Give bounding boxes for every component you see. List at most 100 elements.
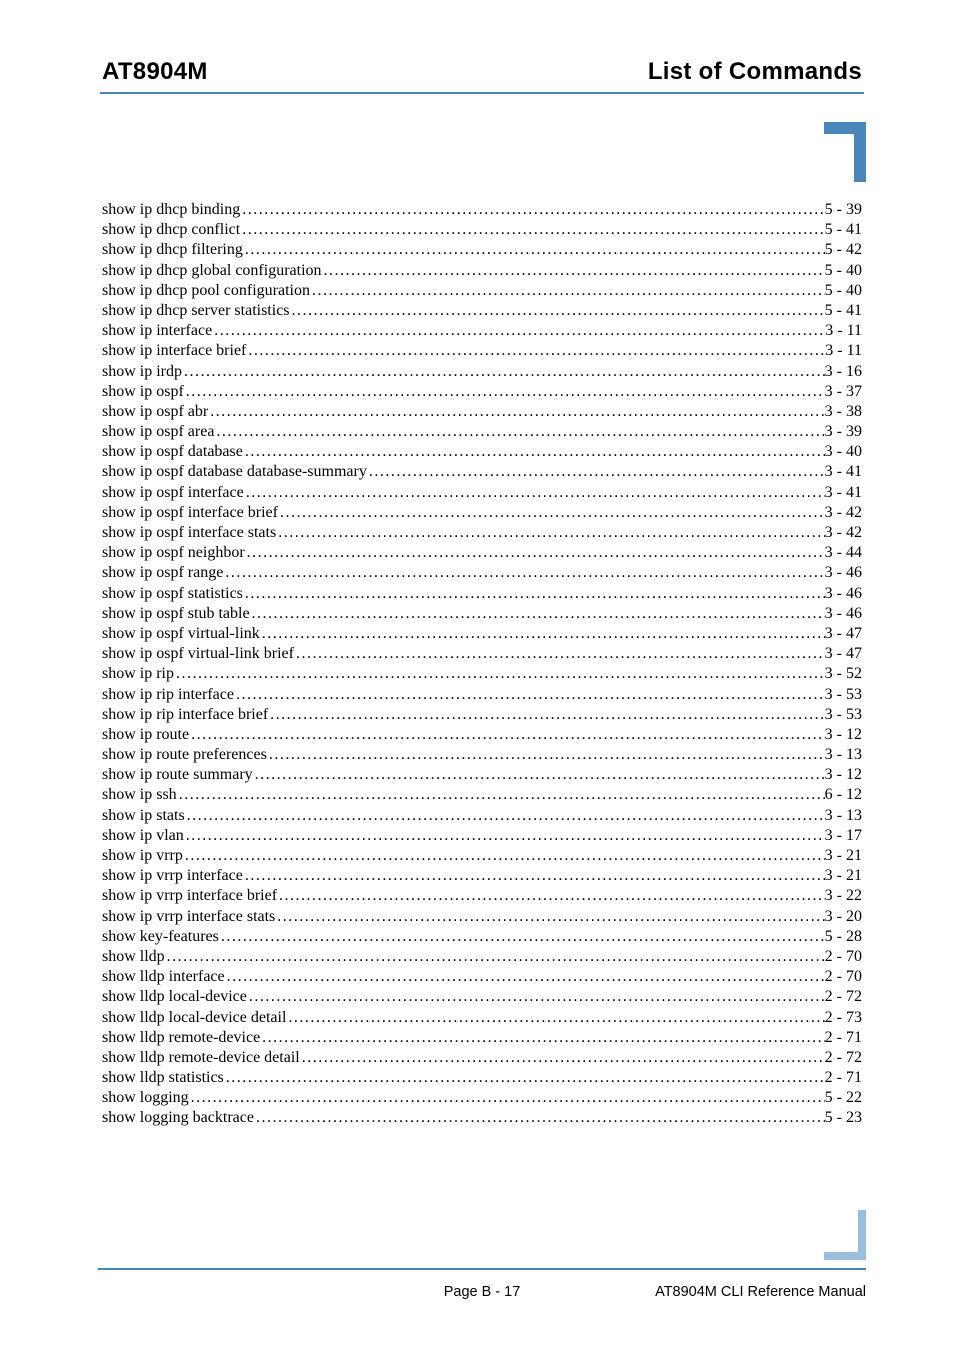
toc-entry-leader: ........................................…	[367, 464, 825, 480]
toc-entry-page: 2 - 71	[825, 1070, 862, 1086]
toc-list: show ip dhcp binding ...................…	[98, 202, 866, 1126]
toc-entry-label: show ip dhcp binding	[102, 202, 240, 218]
toc-entry-page: 3 - 13	[825, 808, 862, 824]
toc-entry-leader: ........................................…	[182, 364, 825, 380]
toc-entry-leader: ........................................…	[189, 1090, 825, 1106]
toc-entry-page: 2 - 70	[825, 969, 862, 985]
toc-entry-page: 3 - 53	[825, 687, 862, 703]
toc-entry-label: show ip ospf neighbor	[102, 545, 245, 561]
toc-entry-leader: ........................................…	[245, 545, 825, 561]
toc-entry-label: show lldp interface	[102, 969, 225, 985]
toc-entry-leader: ........................................…	[277, 888, 825, 904]
toc-entry-page: 3 - 37	[825, 384, 862, 400]
toc-entry-leader: ........................................…	[260, 626, 825, 642]
toc-entry: show lldp remote-device detail .........…	[102, 1050, 862, 1066]
toc-entry-page: 6 - 12	[825, 787, 862, 803]
toc-entry: show lldp ..............................…	[102, 949, 862, 965]
toc-entry-page: 3 - 47	[825, 626, 862, 642]
toc-entry-label: show ip vrrp interface	[102, 868, 243, 884]
toc-entry-leader: ........................................…	[278, 505, 825, 521]
toc-entry-leader: ........................................…	[234, 687, 825, 703]
toc-entry-label: show ip dhcp server statistics	[102, 303, 290, 319]
toc-entry-page: 5 - 42	[825, 242, 862, 258]
toc-entry-label: show ip vrrp interface stats	[102, 909, 275, 925]
corner-decoration-bottom	[824, 1210, 866, 1260]
toc-entry-leader: ........................................…	[185, 808, 825, 824]
toc-entry: show ip interface brief ................…	[102, 343, 862, 359]
toc-entry-label: show ip rip interface	[102, 687, 234, 703]
toc-entry: show ip route ..........................…	[102, 727, 862, 743]
toc-entry: show ip vrrp interface brief ...........…	[102, 888, 862, 904]
header-rule	[100, 92, 864, 94]
toc-entry-label: show lldp remote-device detail	[102, 1050, 300, 1066]
toc-entry: show logging ...........................…	[102, 1090, 862, 1106]
toc-entry: show ip ospf statistics ................…	[102, 586, 862, 602]
header: AT8904M List of Commands	[98, 58, 866, 92]
toc-entry-page: 2 - 72	[825, 989, 862, 1005]
toc-entry: show lldp statistics ...................…	[102, 1070, 862, 1086]
footer-rule	[98, 1268, 866, 1270]
toc-entry-leader: ........................................…	[322, 263, 825, 279]
toc-entry-page: 3 - 47	[825, 646, 862, 662]
toc-entry-label: show logging	[102, 1090, 189, 1106]
toc-entry-leader: ........................................…	[243, 586, 825, 602]
toc-entry: show lldp local-device .................…	[102, 989, 862, 1005]
toc-entry-label: show ip route	[102, 727, 189, 743]
toc-entry-leader: ........................................…	[253, 767, 825, 783]
toc-entry-leader: ........................................…	[223, 565, 824, 581]
toc-entry-page: 3 - 46	[825, 586, 862, 602]
toc-entry: show ip ospf stub table ................…	[102, 606, 862, 622]
toc-entry-label: show ip route preferences	[102, 747, 267, 763]
toc-entry: show ip stats ..........................…	[102, 808, 862, 824]
toc-entry-page: 3 - 46	[825, 565, 862, 581]
toc-entry: show ip ospf interface stats ...........…	[102, 525, 862, 541]
toc-entry: show ip ospf database database-summary .…	[102, 464, 862, 480]
toc-entry-leader: ........................................…	[243, 242, 825, 258]
toc-entry: show ip ospf range .....................…	[102, 565, 862, 581]
toc-entry-leader: ........................................…	[247, 989, 825, 1005]
toc-entry: show ip dhcp pool configuration ........…	[102, 283, 862, 299]
toc-entry-label: show ip ospf virtual-link brief	[102, 646, 294, 662]
toc-entry-leader: ........................................…	[243, 444, 825, 460]
page: AT8904M List of Commands show ip dhcp bi…	[0, 0, 954, 1350]
toc-entry: show logging backtrace .................…	[102, 1110, 862, 1126]
toc-entry-label: show ip ospf abr	[102, 404, 208, 420]
toc-entry-page: 3 - 16	[825, 364, 862, 380]
toc-entry-label: show lldp local-device	[102, 989, 247, 1005]
toc-entry-leader: ........................................…	[300, 1050, 825, 1066]
toc-entry-page: 5 - 22	[825, 1090, 862, 1106]
toc-entry: show ip irdp ...........................…	[102, 364, 862, 380]
toc-entry-label: show ip ospf database database-summary	[102, 464, 367, 480]
toc-entry: show lldp interface ....................…	[102, 969, 862, 985]
toc-entry-leader: ........................................…	[224, 1070, 825, 1086]
toc-entry-leader: ........................................…	[275, 909, 824, 925]
toc-entry: show ip dhcp global configuration ......…	[102, 263, 862, 279]
toc-entry-leader: ........................................…	[214, 424, 824, 440]
toc-entry-label: show ip dhcp filtering	[102, 242, 243, 258]
toc-entry: show ip ospf interface brief ...........…	[102, 505, 862, 521]
toc-entry-page: 5 - 28	[825, 929, 862, 945]
toc-entry-page: 5 - 41	[825, 222, 862, 238]
toc-entry-page: 3 - 40	[825, 444, 862, 460]
toc-entry: show ip vrrp interface stats ...........…	[102, 909, 862, 925]
toc-entry-leader: ........................................…	[268, 707, 825, 723]
toc-entry-leader: ........................................…	[267, 747, 825, 763]
toc-entry-leader: ........................................…	[184, 828, 825, 844]
toc-entry: show ip route preferences ..............…	[102, 747, 862, 763]
toc-entry-leader: ........................................…	[276, 525, 824, 541]
toc-entry-label: show ip interface	[102, 323, 212, 339]
toc-entry-page: 3 - 13	[825, 747, 862, 763]
toc-entry-label: show ip stats	[102, 808, 185, 824]
toc-entry-label: show ip irdp	[102, 364, 182, 380]
toc-entry-leader: ........................................…	[254, 1110, 825, 1126]
toc-entry-label: show ip ospf interface brief	[102, 505, 278, 521]
toc-entry-leader: ........................................…	[240, 222, 824, 238]
toc-entry-label: show key-features	[102, 929, 219, 945]
toc-entry-label: show ip vlan	[102, 828, 184, 844]
toc-entry: show ip ospf area ......................…	[102, 424, 862, 440]
toc-entry-label: show ip rip interface brief	[102, 707, 268, 723]
toc-entry-page: 5 - 40	[825, 263, 862, 279]
toc-entry-label: show ip ospf stub table	[102, 606, 250, 622]
toc-entry: show ip route summary ..................…	[102, 767, 862, 783]
toc-entry-page: 3 - 41	[825, 464, 862, 480]
